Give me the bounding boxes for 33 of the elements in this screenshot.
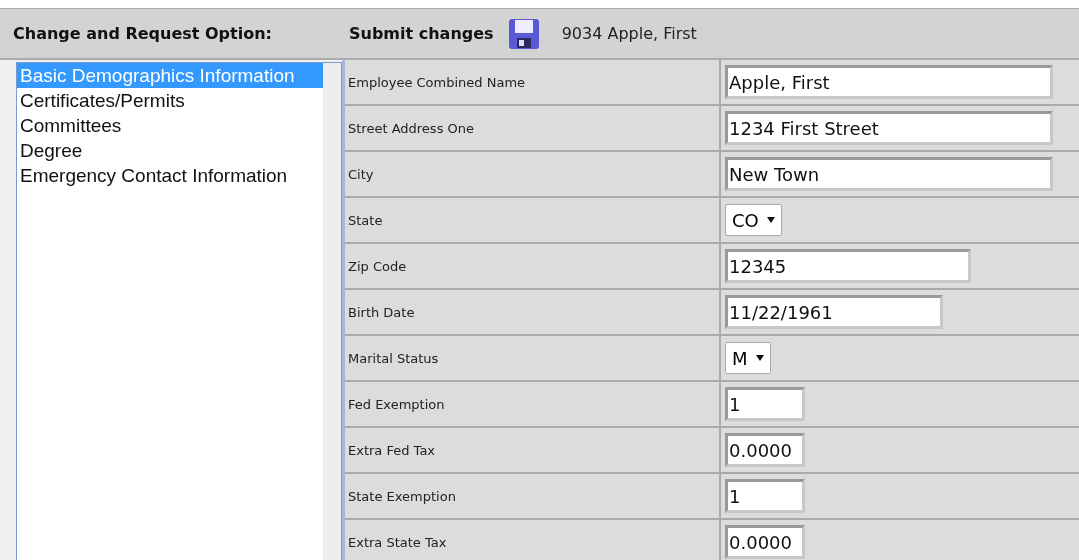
dropdown[interactable]: CO: [725, 204, 782, 236]
field-label: Street Address One: [345, 106, 721, 150]
field-label: Fed Exemption: [345, 382, 721, 426]
field-label: Extra Fed Tax: [345, 428, 721, 472]
input-field[interactable]: 1: [725, 479, 805, 513]
option-item[interactable]: Committees: [17, 113, 323, 138]
caret-icon: [755, 355, 764, 361]
scrollbar-track[interactable]: [323, 63, 341, 560]
employee-name: 9034 Apple, First: [561, 24, 697, 43]
input-field[interactable]: New Town: [725, 157, 1053, 191]
field-label: Extra State Tax: [345, 520, 721, 560]
option-item[interactable]: Certificates/Permits: [17, 88, 323, 113]
field-label: Marital Status: [345, 336, 721, 380]
input-field[interactable]: 12345: [725, 249, 971, 283]
option-item[interactable]: Emergency Contact Information: [17, 163, 323, 188]
field-label: Employee Combined Name: [345, 60, 721, 104]
field-label: Birth Date: [345, 290, 721, 334]
field-label: Zip Code: [345, 244, 721, 288]
input-field[interactable]: 1234 First Street: [725, 111, 1053, 145]
field-label: State Exemption: [345, 474, 721, 518]
input-field[interactable]: 0.0000: [725, 525, 805, 559]
submit-heading: Submit changes: [349, 24, 494, 43]
option-item[interactable]: Degree: [17, 138, 323, 163]
input-field[interactable]: 1: [725, 387, 805, 421]
input-field[interactable]: 0.0000: [725, 433, 805, 467]
input-field[interactable]: Apple, First: [725, 65, 1053, 99]
option-list[interactable]: Basic Demographics Information Certificates/Permits Committees Degree Emergency Contact Information: [16, 62, 342, 560]
field-label: City: [345, 152, 721, 196]
dropdown[interactable]: M: [725, 342, 771, 374]
field-label: State: [345, 198, 721, 242]
caret-icon: [766, 217, 775, 223]
option-heading: Change and Request Option:: [13, 24, 273, 43]
input-field[interactable]: 11/22/1961: [725, 295, 943, 329]
